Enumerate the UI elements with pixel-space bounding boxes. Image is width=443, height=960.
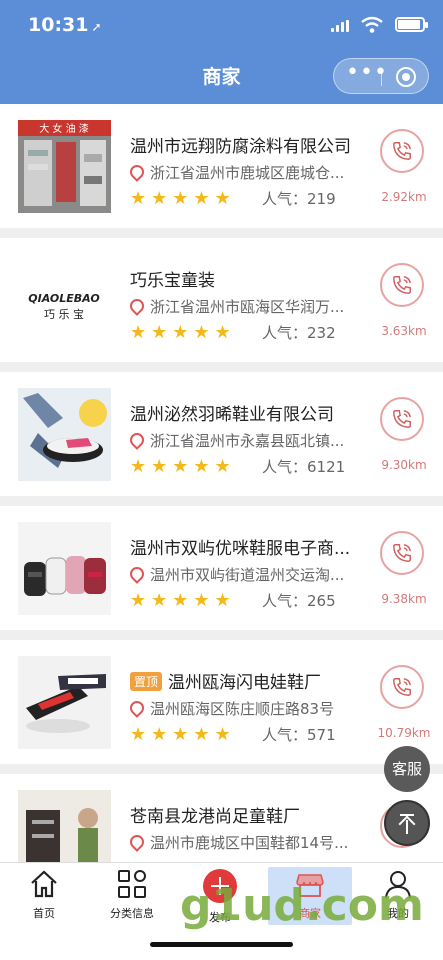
status-bar: 10:31 ➚ bbox=[0, 0, 443, 48]
rating-stars: ★★★★★ bbox=[130, 590, 236, 611]
user-icon bbox=[383, 869, 413, 899]
popularity-count: 人气：219 bbox=[262, 190, 336, 208]
distance: 10.79km bbox=[377, 726, 431, 740]
arrow-stem bbox=[406, 820, 408, 834]
svg-text:大 女 油 漆: 大 女 油 漆 bbox=[39, 122, 89, 135]
close-mini-program-icon[interactable] bbox=[396, 67, 416, 87]
tab-label: 发布 bbox=[209, 911, 231, 924]
merchant-name: 温州市双屿优咪鞋服电子商... bbox=[130, 539, 351, 559]
merchant-item[interactable]: QIAOLEBAO 巧 乐 宝 巧乐宝童装 浙江省温州市瓯海区华润万... ★★… bbox=[0, 238, 443, 362]
rating-stars: ★★★★★ bbox=[130, 456, 236, 477]
wifi-icon bbox=[361, 16, 383, 33]
phone-icon bbox=[393, 678, 411, 696]
merchant-address: 浙江省温州市永嘉县瓯北镇... bbox=[130, 430, 355, 451]
popularity-count: 人气：6121 bbox=[262, 458, 346, 476]
merchant-address: 温州市鹿城区中国鞋都14号... bbox=[130, 832, 355, 853]
address-text: 温州市鹿城区中国鞋都14号... bbox=[150, 834, 349, 852]
plus-icon bbox=[203, 869, 237, 903]
popularity-count: 人气：571 bbox=[262, 726, 336, 744]
distance: 2.92km bbox=[381, 190, 427, 204]
status-time: 10:31 ➚ bbox=[28, 14, 102, 36]
svg-text:巧 乐 宝: 巧 乐 宝 bbox=[44, 307, 84, 321]
call-button[interactable] bbox=[380, 397, 424, 441]
address-text: 温州市双屿街道温州交运淘... bbox=[150, 566, 345, 584]
pinned-tag: 置顶 bbox=[130, 672, 163, 691]
merchant-address: 温州瓯海区陈庄顺庄路83号 bbox=[130, 698, 355, 719]
call-button[interactable] bbox=[380, 665, 424, 709]
merchant-item[interactable]: 置顶 温州瓯海闪电娃鞋厂 温州瓯海区陈庄顺庄路83号 ★★★★★ 人气：571 1… bbox=[0, 640, 443, 764]
shop-icon bbox=[295, 869, 325, 899]
merchant-item[interactable]: 温州泌然羽晞鞋业有限公司 浙江省温州市永嘉县瓯北镇... ★★★★★ 人气：61… bbox=[0, 372, 443, 496]
distance: 9.30km bbox=[381, 458, 427, 472]
merchant-address: 浙江省温州市瓯海区华润万... bbox=[130, 296, 355, 317]
merchant-item[interactable]: 大 女 油 漆 温州市远翔防腐涂料有限公司 浙江省温州市鹿城区鹿城仓... ★★… bbox=[0, 104, 443, 228]
rating-stars: ★★★★★ bbox=[130, 188, 236, 209]
phone-icon bbox=[393, 276, 411, 294]
address-text: 浙江省温州市瓯海区华润万... bbox=[150, 298, 345, 316]
merchant-address: 温州市双屿街道温州交运淘... bbox=[130, 564, 355, 585]
capsule-divider bbox=[381, 68, 382, 86]
tab-merchants[interactable]: 商家 bbox=[268, 867, 352, 925]
merchant-name: 巧乐宝童装 bbox=[130, 271, 215, 291]
tab-label: 分类信息 bbox=[110, 907, 154, 920]
battery-level bbox=[398, 20, 421, 29]
app-header: 10:31 ➚ 商家 ••• bbox=[0, 0, 443, 104]
merchant-name: 温州泌然羽晞鞋业有限公司 bbox=[130, 405, 334, 425]
more-icon[interactable]: ••• bbox=[346, 62, 387, 84]
phone-icon bbox=[393, 544, 411, 562]
rating-stars: ★★★★★ bbox=[130, 724, 236, 745]
merchant-image bbox=[18, 388, 111, 481]
customer-service-button[interactable]: 客服 bbox=[384, 746, 430, 792]
location-pin-icon bbox=[130, 296, 147, 316]
distance: 9.38km bbox=[381, 592, 427, 606]
home-icon bbox=[29, 869, 59, 899]
address-text: 浙江省温州市永嘉县瓯北镇... bbox=[150, 432, 345, 450]
location-pin-icon bbox=[130, 430, 147, 450]
popularity-count: 人气：265 bbox=[262, 592, 336, 610]
address-text: 浙江省温州市鹿城区鹿城仓... bbox=[150, 164, 345, 182]
mini-program-capsule[interactable]: ••• bbox=[333, 58, 429, 94]
merchant-item[interactable]: 温州市双屿优咪鞋服电子商... 温州市双屿街道温州交运淘... ★★★★★ 人气… bbox=[0, 506, 443, 630]
location-arrow-icon: ➚ bbox=[91, 20, 102, 34]
location-pin-icon bbox=[130, 698, 147, 718]
battery-icon bbox=[395, 17, 428, 32]
back-to-top-button[interactable] bbox=[384, 800, 430, 846]
signal-icon bbox=[331, 20, 351, 32]
svg-text:QIAOLEBAO: QIAOLEBAO bbox=[28, 292, 99, 305]
tab-publish[interactable]: 发布 bbox=[180, 869, 260, 925]
merchant-address: 浙江省温州市鹿城区鹿城仓... bbox=[130, 162, 355, 183]
merchant-image bbox=[18, 522, 111, 615]
distance: 3.63km bbox=[381, 324, 427, 338]
tab-home[interactable]: 首页 bbox=[4, 869, 84, 921]
tab-label: 首页 bbox=[33, 907, 55, 920]
merchant-image bbox=[18, 656, 111, 749]
location-pin-icon bbox=[130, 162, 147, 182]
merchant-name: 苍南县龙港尚足童鞋厂 bbox=[130, 807, 300, 827]
phone-icon bbox=[393, 142, 411, 160]
merchant-name: 温州市远翔防腐涂料有限公司 bbox=[130, 137, 351, 157]
address-text: 温州瓯海区陈庄顺庄路83号 bbox=[150, 700, 335, 718]
tab-label: 商家 bbox=[299, 907, 321, 920]
location-pin-icon bbox=[130, 564, 147, 584]
call-button[interactable] bbox=[380, 263, 424, 307]
merchant-image: QIAOLEBAO 巧 乐 宝 bbox=[18, 254, 111, 347]
merchant-image: 大 女 油 漆 bbox=[18, 120, 111, 213]
tab-categories[interactable]: 分类信息 bbox=[92, 869, 172, 921]
merchant-name: 置顶 温州瓯海闪电娃鞋厂 bbox=[130, 668, 362, 693]
location-pin-icon bbox=[130, 832, 147, 852]
call-button[interactable] bbox=[380, 531, 424, 575]
call-button[interactable] bbox=[380, 129, 424, 173]
phone-icon bbox=[393, 410, 411, 428]
tab-profile[interactable]: 我的 bbox=[358, 869, 438, 921]
popularity-count: 人气：232 bbox=[262, 324, 336, 342]
merchant-name-text: 温州瓯海闪电娃鞋厂 bbox=[168, 673, 322, 693]
rating-stars: ★★★★★ bbox=[130, 322, 236, 343]
home-indicator[interactable] bbox=[150, 942, 293, 947]
grid-icon bbox=[117, 869, 147, 899]
tab-label: 我的 bbox=[387, 907, 409, 920]
